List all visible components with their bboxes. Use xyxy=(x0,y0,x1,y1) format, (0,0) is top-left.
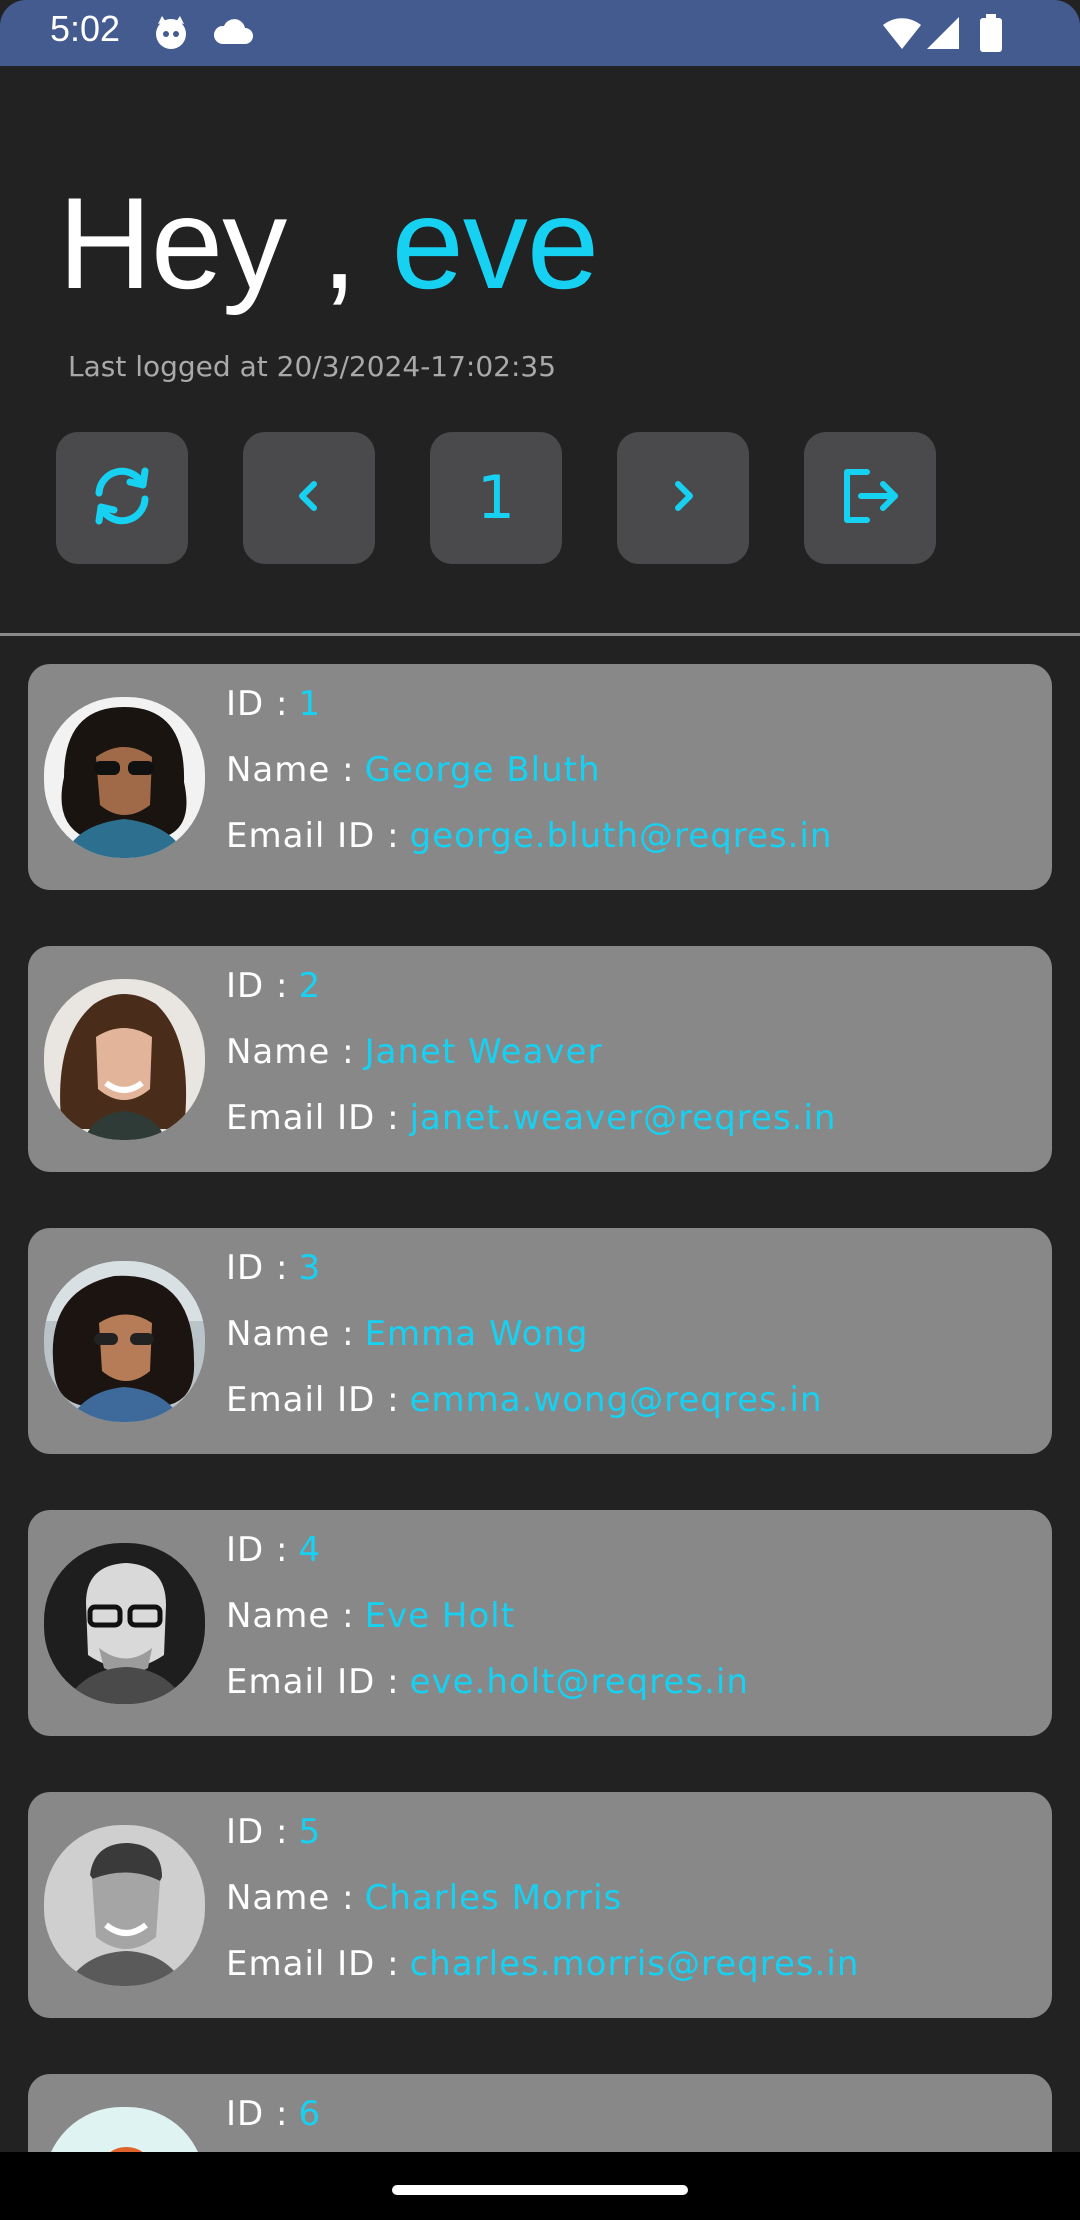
signal-icon xyxy=(926,16,960,54)
greeting-username: eve xyxy=(391,170,600,316)
last-logged-value: 20/3/2024-17:02:35 xyxy=(276,350,557,383)
user-card[interactable]: ID :1 Name : George Bluth Email ID : georg… xyxy=(28,664,1052,890)
name-label: Name : xyxy=(226,1596,355,1636)
cloud-icon xyxy=(212,18,254,50)
name-label: Name : xyxy=(226,1032,355,1072)
user-card[interactable]: ID :3 Name : Emma Wong Email ID : emma.won… xyxy=(28,1228,1052,1454)
name-label: Name : xyxy=(226,1878,355,1918)
id-label: ID : xyxy=(226,1812,289,1852)
avatar xyxy=(44,697,205,858)
avatar xyxy=(44,1543,205,1704)
user-id: 1 xyxy=(298,684,322,724)
home-gesture-handle[interactable] xyxy=(392,2185,688,2195)
status-bar: 5:02 xyxy=(0,0,1080,66)
user-email: emma.wong@reqres.in xyxy=(409,1380,823,1420)
user-id-row: ID :1 xyxy=(226,684,321,724)
user-email: eve.holt@reqres.in xyxy=(409,1662,749,1702)
user-email-row: Email ID : emma.wong@reqres.in xyxy=(226,1380,823,1420)
last-logged-label: Last logged at xyxy=(68,350,268,383)
email-label: Email ID : xyxy=(226,1098,400,1138)
refresh-button[interactable] xyxy=(56,432,188,564)
chevron-right-icon xyxy=(663,476,703,520)
user-email-row: Email ID : janet.weaver@reqres.in xyxy=(226,1098,836,1138)
chevron-left-icon xyxy=(289,476,329,520)
user-name: Emma Wong xyxy=(364,1314,589,1354)
user-card[interactable]: ID :2 Name : Janet Weaver Email ID : janet… xyxy=(28,946,1052,1172)
user-id: 5 xyxy=(298,1812,322,1852)
id-label: ID : xyxy=(226,966,289,1006)
next-page-button[interactable] xyxy=(617,432,749,564)
user-name: George Bluth xyxy=(364,750,601,790)
greeting-title: Hey , eve xyxy=(58,168,600,318)
refresh-icon xyxy=(87,461,157,535)
email-label: Email ID : xyxy=(226,1944,400,1984)
user-name-row: Name : Emma Wong xyxy=(226,1314,589,1354)
id-label: ID : xyxy=(226,1530,289,1570)
user-id-row: ID :6 xyxy=(226,2094,321,2134)
id-label: ID : xyxy=(226,684,289,724)
user-email-row: Email ID : eve.holt@reqres.in xyxy=(226,1662,749,1702)
user-id: 4 xyxy=(298,1530,322,1570)
user-email: george.bluth@reqres.in xyxy=(409,816,833,856)
name-label: Name : xyxy=(226,750,355,790)
user-id-row: ID :5 xyxy=(226,1812,321,1852)
greeting-prefix: Hey , xyxy=(58,170,357,316)
last-logged-line: Last logged at 20/3/2024-17:02:35 xyxy=(68,350,556,383)
logout-icon xyxy=(837,463,903,533)
user-name: Charles Morris xyxy=(364,1878,623,1918)
email-label: Email ID : xyxy=(226,1380,400,1420)
user-name-row: Name : Charles Morris xyxy=(226,1878,622,1918)
email-label: Email ID : xyxy=(226,816,400,856)
id-label: ID : xyxy=(226,1248,289,1288)
cat-face-icon xyxy=(152,14,190,56)
user-card[interactable]: ID :6 xyxy=(28,2074,1052,2152)
user-id-row: ID :2 xyxy=(226,966,321,1006)
user-list[interactable]: ID :1 Name : George Bluth Email ID : georg… xyxy=(0,664,1080,2152)
user-id-row: ID :4 xyxy=(226,1530,321,1570)
user-name-row: Name : George Bluth xyxy=(226,750,601,790)
user-email-row: Email ID : charles.morris@reqres.in xyxy=(226,1944,859,1984)
battery-icon xyxy=(980,14,1002,56)
user-name-row: Name : Eve Holt xyxy=(226,1596,515,1636)
avatar xyxy=(44,1825,205,1986)
avatar xyxy=(44,2107,205,2152)
header-divider xyxy=(0,633,1080,636)
user-card[interactable]: ID :4 Name : Eve Holt Email ID : eve.holt@… xyxy=(28,1510,1052,1736)
user-name: Eve Holt xyxy=(364,1596,516,1636)
user-email: janet.weaver@reqres.in xyxy=(409,1098,837,1138)
user-id: 2 xyxy=(298,966,322,1006)
email-label: Email ID : xyxy=(226,1662,400,1702)
user-id-row: ID :3 xyxy=(226,1248,321,1288)
user-name-row: Name : Janet Weaver xyxy=(226,1032,602,1072)
wifi-icon xyxy=(882,16,922,54)
status-time: 5:02 xyxy=(50,8,121,49)
avatar xyxy=(44,1261,205,1422)
user-name: Janet Weaver xyxy=(364,1032,603,1072)
previous-page-button[interactable] xyxy=(243,432,375,564)
avatar xyxy=(44,979,205,1140)
page-number: 1 xyxy=(476,463,516,533)
user-email-row: Email ID : george.bluth@reqres.in xyxy=(226,816,832,856)
name-label: Name : xyxy=(226,1314,355,1354)
id-label: ID : xyxy=(226,2094,289,2134)
page-number-button[interactable]: 1 xyxy=(430,432,562,564)
user-id: 3 xyxy=(298,1248,322,1288)
logout-button[interactable] xyxy=(804,432,936,564)
user-id: 6 xyxy=(298,2094,322,2134)
user-card[interactable]: ID :5 Name : Charles Morris Email ID : cha… xyxy=(28,1792,1052,2018)
user-email: charles.morris@reqres.in xyxy=(409,1944,860,1984)
